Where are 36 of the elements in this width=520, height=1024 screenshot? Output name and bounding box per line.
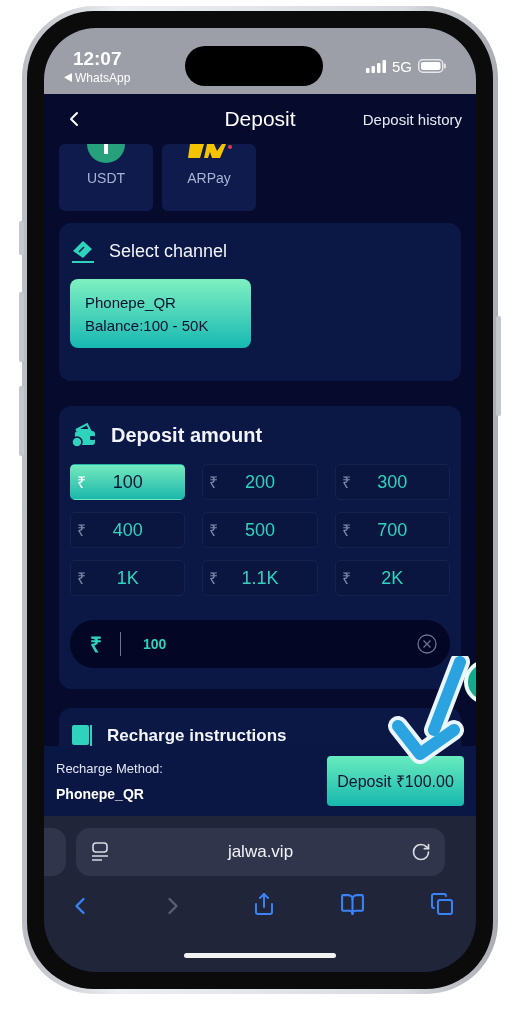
book-icon: [71, 724, 93, 746]
amount-option[interactable]: ₹ 500: [202, 512, 318, 548]
method-value: Phonepe_QR: [56, 785, 145, 802]
clear-icon[interactable]: [417, 634, 437, 654]
section-title: Deposit amount: [111, 423, 263, 447]
deposit-history-link[interactable]: Deposit history: [362, 110, 462, 128]
coin-icon: [87, 144, 125, 164]
page-title: Deposit: [224, 107, 296, 131]
section-title: Select channel: [109, 240, 228, 262]
book-icon: [340, 892, 366, 917]
amount-option[interactable]: ₹ 300: [334, 464, 450, 500]
amount-option[interactable]: ₹ 1.1K: [202, 560, 318, 596]
reload-icon[interactable]: [411, 842, 431, 862]
page-menu-icon[interactable]: [90, 841, 110, 863]
tabs-icon: [430, 892, 454, 916]
card-icon: [71, 239, 95, 263]
battery-icon: [418, 59, 446, 73]
address-bar[interactable]: jalwa.vip: [76, 828, 445, 876]
status-time: 12:07: [72, 47, 122, 70]
amount-option[interactable]: ₹ 1K: [70, 560, 186, 596]
amount-field[interactable]: ₹ 100: [70, 620, 450, 668]
method-label: Recharge Method:: [56, 760, 163, 776]
payment-method-tile[interactable]: USDT: [59, 144, 153, 211]
amount-option[interactable]: ₹ 100: [70, 464, 186, 500]
network-label: 5G: [392, 57, 412, 75]
amount-option[interactable]: ₹ 2K: [334, 560, 450, 596]
amount-option[interactable]: ₹ 700: [334, 512, 450, 548]
amount-option[interactable]: ₹ 200: [202, 464, 318, 500]
back-triangle-icon: [64, 73, 72, 82]
section-title: Recharge instructions: [107, 726, 287, 746]
signal-icon: [366, 59, 386, 73]
payment-method-tile[interactable]: ARPay: [162, 144, 256, 211]
channel-option[interactable]: Phonepe_QR Balance:100 - 50K: [70, 279, 251, 348]
deposit-button[interactable]: Deposit ₹100.00: [327, 756, 464, 806]
wallet-icon: [71, 422, 97, 448]
amount-option[interactable]: ₹ 400: [70, 512, 186, 548]
